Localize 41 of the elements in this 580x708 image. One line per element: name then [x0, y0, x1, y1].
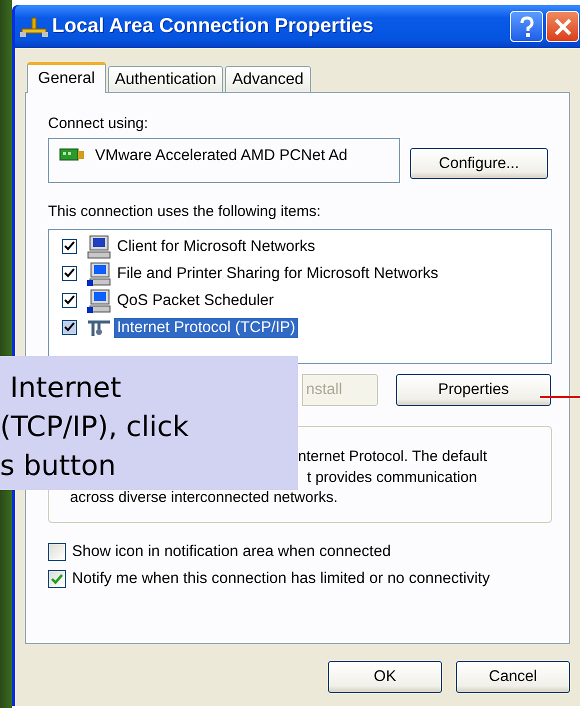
checkbox[interactable] [62, 266, 77, 281]
tab[interactable]: Advanced [225, 66, 310, 92]
option-label: Notify me when this connection has limited or no connectivity [72, 570, 490, 588]
computer-icon [87, 288, 111, 312]
network-card-icon [59, 147, 85, 163]
help-button[interactable] [510, 11, 543, 42]
items-label: This connection uses the following items: [48, 203, 322, 220]
close-button[interactable] [546, 11, 579, 42]
option-label: Show icon in notification area when connected [72, 542, 391, 560]
checkbox[interactable] [62, 239, 77, 254]
computer-icon [87, 234, 111, 258]
checkbox[interactable] [62, 293, 77, 308]
window-title: Local Area Connection Properties [52, 15, 375, 38]
description-text: t provides communication [306, 468, 478, 488]
description-text: across diverse interconnected networks. [69, 488, 339, 508]
check-icon [64, 322, 75, 333]
tab[interactable]: General [27, 62, 106, 93]
close-icon [552, 16, 572, 36]
computer-icon [87, 262, 111, 286]
callout-text: Internet [9, 370, 122, 406]
checkbox[interactable] [62, 320, 77, 335]
adapter-name: VMware Accelerated AMD PCNet Ad [95, 147, 348, 165]
network-icon [19, 16, 49, 38]
callout-text: (TCP/IP), click [0, 409, 190, 445]
list-item[interactable]: File and Printer Sharing for Microsoft Networks [114, 264, 442, 284]
check-icon [51, 572, 63, 584]
check-icon [64, 295, 75, 306]
checkbox[interactable] [48, 570, 66, 588]
connect-using-label: Connect using: [48, 115, 150, 132]
tab[interactable]: Authentication [108, 66, 224, 92]
cancel-button[interactable]: Cancel [456, 661, 570, 693]
list-item[interactable]: Client for Microsoft Networks [114, 236, 318, 256]
configure-button[interactable]: Configure... [410, 148, 548, 179]
callout-text: s button [0, 448, 117, 484]
list-item[interactable]: QoS Packet Scheduler [114, 290, 277, 310]
check-icon [64, 241, 75, 252]
ok-button[interactable]: OK [328, 661, 442, 693]
properties-button[interactable]: Properties [396, 374, 551, 406]
check-icon [64, 268, 75, 279]
checkbox[interactable] [48, 542, 66, 560]
list-item[interactable]: Internet Protocol (TCP/IP) [114, 318, 298, 338]
